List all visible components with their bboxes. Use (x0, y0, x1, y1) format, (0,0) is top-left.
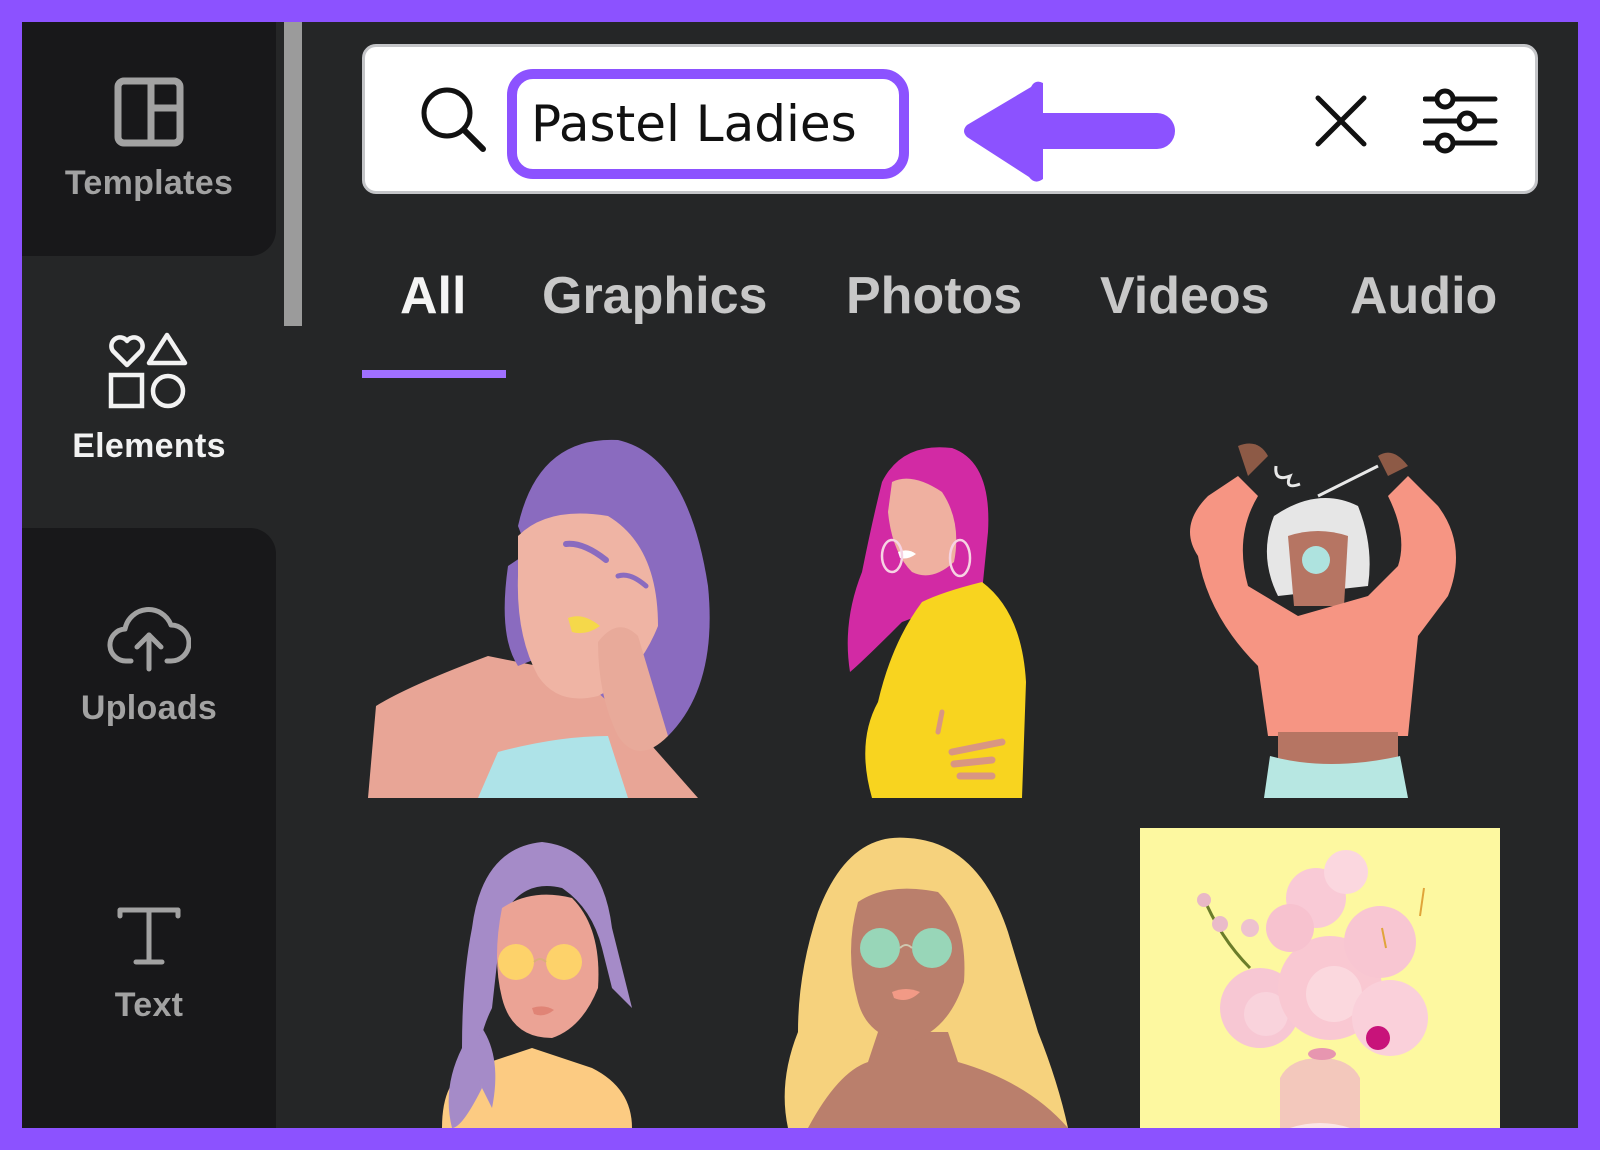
tab-videos[interactable]: Videos (1100, 266, 1270, 326)
illustration-bubblegum-woman (1190, 443, 1456, 798)
sidebar-item-label: Text (114, 985, 184, 1024)
result-tile-bubblegum-woman[interactable] (1178, 436, 1462, 798)
close-icon[interactable] (1313, 93, 1369, 153)
illustration-lavender-hair-woman (442, 842, 632, 1128)
result-tile-purple-hair-woman[interactable] (368, 436, 720, 798)
search-input-highlight (507, 69, 909, 179)
tab-all[interactable]: All (400, 266, 466, 326)
result-tile-lavender-hair-woman[interactable] (432, 828, 664, 1128)
templates-layout-icon (113, 76, 185, 148)
sidebar-item-text[interactable]: Text (22, 798, 276, 1128)
tab-graphics[interactable]: Graphics (542, 266, 767, 326)
search-icon[interactable] (417, 83, 489, 159)
cloud-upload-icon (107, 599, 191, 673)
sidebar: Templates Elements Uploads Text (22, 22, 302, 1128)
search-bar (362, 44, 1538, 194)
sidebar-item-templates[interactable]: Templates (22, 22, 276, 256)
tab-audio[interactable]: Audio (1350, 266, 1497, 326)
result-tile-magenta-hair-woman[interactable] (842, 442, 1028, 798)
sidebar-item-elements[interactable]: Elements (22, 270, 276, 526)
category-tabs: All Graphics Photos Videos Audio (362, 258, 1562, 388)
search-input[interactable] (531, 95, 899, 153)
illustration-magenta-hair-woman (847, 447, 1026, 798)
result-tile-flower-head-photo[interactable] (1140, 828, 1500, 1128)
sidebar-item-label: Elements (72, 426, 226, 465)
app-frame: Templates Elements Uploads Text Pastel L… (22, 22, 1578, 1128)
active-tab-indicator (362, 370, 506, 378)
result-tile-blonde-woman[interactable] (778, 832, 1078, 1128)
illustration-blonde-woman (784, 837, 1068, 1128)
sidebar-item-uploads[interactable]: Uploads (22, 528, 276, 798)
text-t-icon (114, 902, 184, 970)
sidebar-scrollbar[interactable] (284, 22, 302, 326)
photo-flower-head-woman (1197, 850, 1428, 1128)
shapes-icon (107, 331, 191, 411)
sliders-filter-icon[interactable] (1422, 87, 1499, 161)
tab-photos[interactable]: Photos (846, 266, 1022, 326)
sidebar-item-label: Templates (64, 163, 234, 202)
sidebar-item-label: Uploads (80, 688, 218, 727)
illustration-purple-hair-woman (368, 439, 710, 798)
annotation-arrow-icon (961, 75, 1181, 191)
